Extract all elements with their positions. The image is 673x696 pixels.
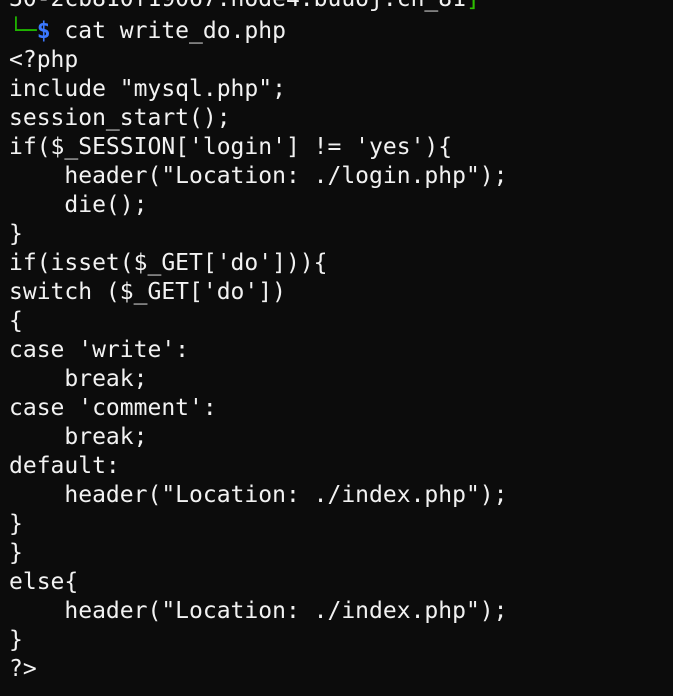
code-line: } [9, 511, 23, 537]
code-line: session_start(); [9, 105, 231, 131]
host-text: 30-2cb810f19067.node4.buuoj.cn_81 [9, 0, 466, 12]
code-line: case 'write': [9, 337, 190, 363]
code-line: break; [9, 366, 148, 392]
terminal-window[interactable]: 30-2cb810f19067.node4.buuoj.cn_81] └─$ c… [0, 0, 673, 696]
code-line: } [9, 540, 23, 566]
command-text: cat write_do.php [50, 18, 286, 44]
code-line: header("Location: ./index.php"); [9, 598, 508, 624]
code-line: } [9, 627, 23, 653]
code-line: <?php [9, 47, 79, 73]
code-line: default: [9, 453, 120, 479]
code-line: else{ [9, 569, 79, 595]
code-line: case 'comment': [9, 395, 217, 421]
prompt-tree-prefix: └─ [9, 18, 37, 44]
host-bracket: ] [466, 0, 480, 12]
code-line: if(isset($_GET['do'])){ [9, 250, 328, 276]
partial-host-line: 30-2cb810f19067.node4.buuoj.cn_81] [9, 0, 480, 14]
prompt-line: └─$ cat write_do.php [9, 17, 286, 46]
code-line: } [9, 221, 23, 247]
code-line: header("Location: ./index.php"); [9, 482, 508, 508]
code-line: include "mysql.php"; [9, 76, 286, 102]
code-line: header("Location: ./login.php"); [9, 163, 508, 189]
code-line: break; [9, 424, 148, 450]
code-line: ?> [9, 656, 37, 682]
code-line: { [9, 308, 23, 334]
code-line: die(); [9, 192, 148, 218]
code-line: if($_SESSION['login'] != 'yes'){ [9, 134, 453, 160]
code-line: switch ($_GET['do']) [9, 279, 286, 305]
prompt-dollar-symbol: $ [36, 18, 51, 44]
